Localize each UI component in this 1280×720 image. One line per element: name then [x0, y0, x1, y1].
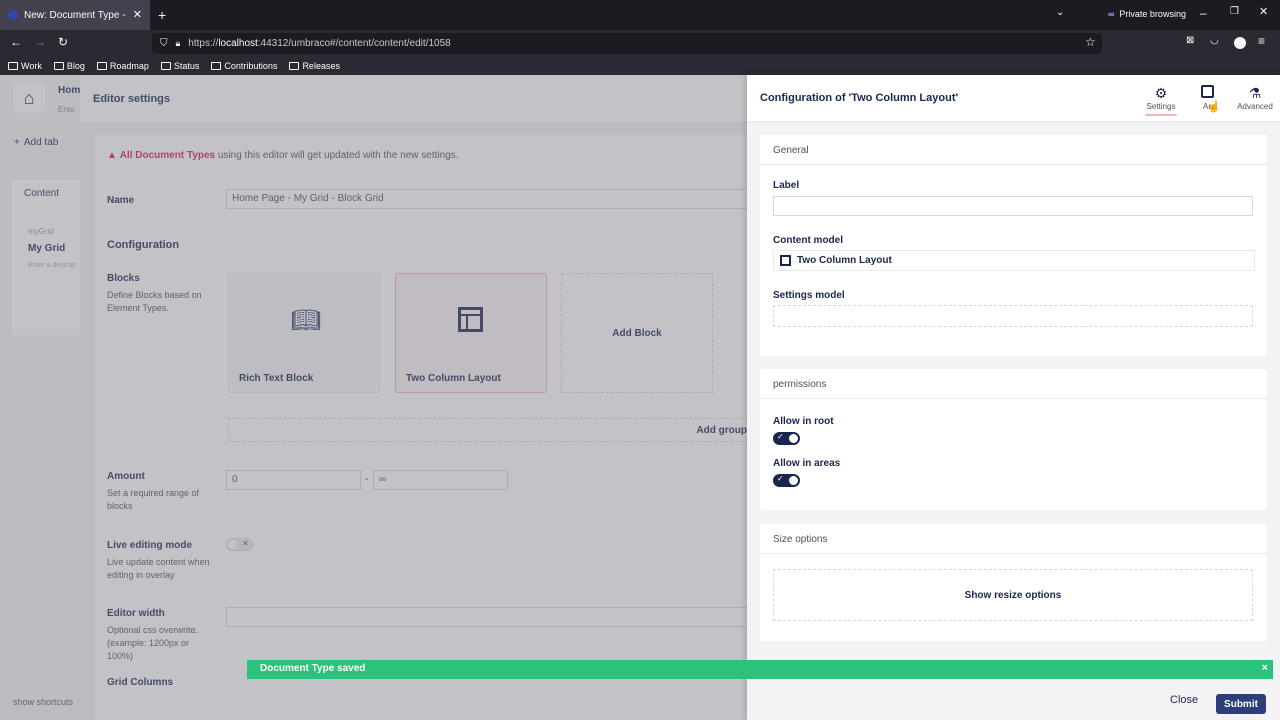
browser-nav-bar: ← → ↻ ⛉ 🔒︎ https://localhost:44312/umbra…: [0, 30, 1280, 57]
settings-model-label: Settings model: [773, 290, 845, 301]
submit-button[interactable]: Submit: [1216, 694, 1266, 714]
folder-icon: [8, 62, 18, 70]
general-card: General Label Content model Two Column L…: [760, 135, 1267, 356]
tab-advanced[interactable]: ⚗ Advanced: [1233, 85, 1277, 111]
tab-areas[interactable]: Ar ☝: [1185, 85, 1229, 113]
permissions-heading: permissions: [760, 369, 1267, 399]
account-icon[interactable]: [1234, 37, 1246, 49]
label-input[interactable]: [773, 196, 1253, 216]
close-button[interactable]: Close: [1170, 694, 1198, 706]
bookmark-status[interactable]: Status: [160, 61, 199, 71]
tab-title: New: Document Type - Edit: Ho: [24, 9, 127, 21]
block-config-title: Configuration of 'Two Column Layout': [760, 92, 959, 104]
restore-icon[interactable]: ❐: [1230, 7, 1239, 17]
url-text: https://localhost:44312/umbraco#/content…: [188, 38, 451, 49]
toast-message: Document Type saved: [260, 663, 366, 674]
allow-areas-toggle[interactable]: ✓: [773, 474, 800, 487]
shield-icon: ⛉: [160, 38, 168, 49]
size-options-card: Size options Show resize options: [760, 524, 1267, 641]
back-icon[interactable]: ←: [10, 36, 22, 48]
pocket-icon[interactable]: ◡: [1210, 36, 1219, 46]
bookmark-work[interactable]: Work: [8, 61, 42, 71]
folder-icon: [289, 62, 300, 70]
bookmark-releases[interactable]: Releases: [289, 61, 340, 71]
menu-icon[interactable]: ≡: [1258, 35, 1265, 47]
layout-icon: [780, 255, 791, 266]
bookmark-blog[interactable]: Blog: [53, 61, 85, 71]
url-bar[interactable]: ⛉ 🔒︎ https://localhost:44312/umbraco#/co…: [152, 33, 1102, 54]
bookmark-roadmap[interactable]: Roadmap: [96, 61, 149, 71]
forward-icon[interactable]: →: [34, 36, 46, 48]
favicon-icon: [8, 10, 18, 20]
show-resize-button[interactable]: Show resize options: [773, 569, 1253, 621]
modal-backdrop[interactable]: [0, 75, 747, 720]
settings-model-picker[interactable]: [773, 305, 1253, 327]
folder-icon: [211, 62, 222, 70]
browser-tab-bar: New: Document Type - Edit: Ho ✕ + ⌄ ∞ Pr…: [0, 0, 1280, 30]
lock-icon: 🔒︎: [175, 38, 181, 48]
allow-root-toggle[interactable]: ✓: [773, 432, 800, 445]
chevron-down-icon[interactable]: ⌄: [1056, 8, 1064, 18]
content-model-label: Content model: [773, 235, 843, 246]
extension-icon[interactable]: ⊠: [1186, 36, 1194, 46]
new-tab-icon[interactable]: +: [158, 8, 166, 22]
mouse-cursor-icon: ☝: [1207, 101, 1221, 113]
permissions-card: permissions Allow in root ✓ Allow in are…: [760, 369, 1267, 510]
bookmarks-bar: Work Blog Roadmap Status Contributions R…: [0, 57, 1280, 75]
check-icon: ✓: [777, 432, 784, 441]
content-model-picker[interactable]: Two Column Layout: [773, 250, 1255, 271]
notification-toast: Document Type saved ×: [247, 660, 1273, 679]
reload-icon[interactable]: ↻: [58, 36, 68, 48]
label-label: Label: [773, 180, 800, 191]
bookmark-contributions[interactable]: Contributions: [211, 61, 277, 71]
allow-root-label: Allow in root: [773, 416, 834, 427]
window-close-icon[interactable]: ✕: [1259, 7, 1268, 18]
tab-settings[interactable]: ⚙ Settings: [1139, 85, 1183, 116]
check-icon: ✓: [777, 474, 784, 483]
flask-icon: ⚗: [1248, 85, 1262, 101]
folder-icon: [160, 62, 171, 70]
close-icon[interactable]: ✕: [133, 9, 142, 21]
general-heading: General: [760, 135, 1267, 165]
private-browsing-indicator: ∞ Private browsing: [1108, 9, 1186, 19]
folder-icon: [96, 62, 107, 70]
close-icon[interactable]: ×: [1262, 662, 1268, 674]
folder-icon: [53, 62, 64, 70]
bookmark-star-icon[interactable]: ☆: [1085, 36, 1096, 48]
size-options-heading: Size options: [760, 524, 1267, 554]
mask-icon: ∞: [1108, 9, 1115, 19]
browser-tab[interactable]: New: Document Type - Edit: Ho ✕: [0, 0, 150, 30]
allow-areas-label: Allow in areas: [773, 458, 841, 469]
minimize-icon[interactable]: –: [1200, 7, 1207, 19]
gear-icon: ⚙: [1154, 85, 1168, 101]
